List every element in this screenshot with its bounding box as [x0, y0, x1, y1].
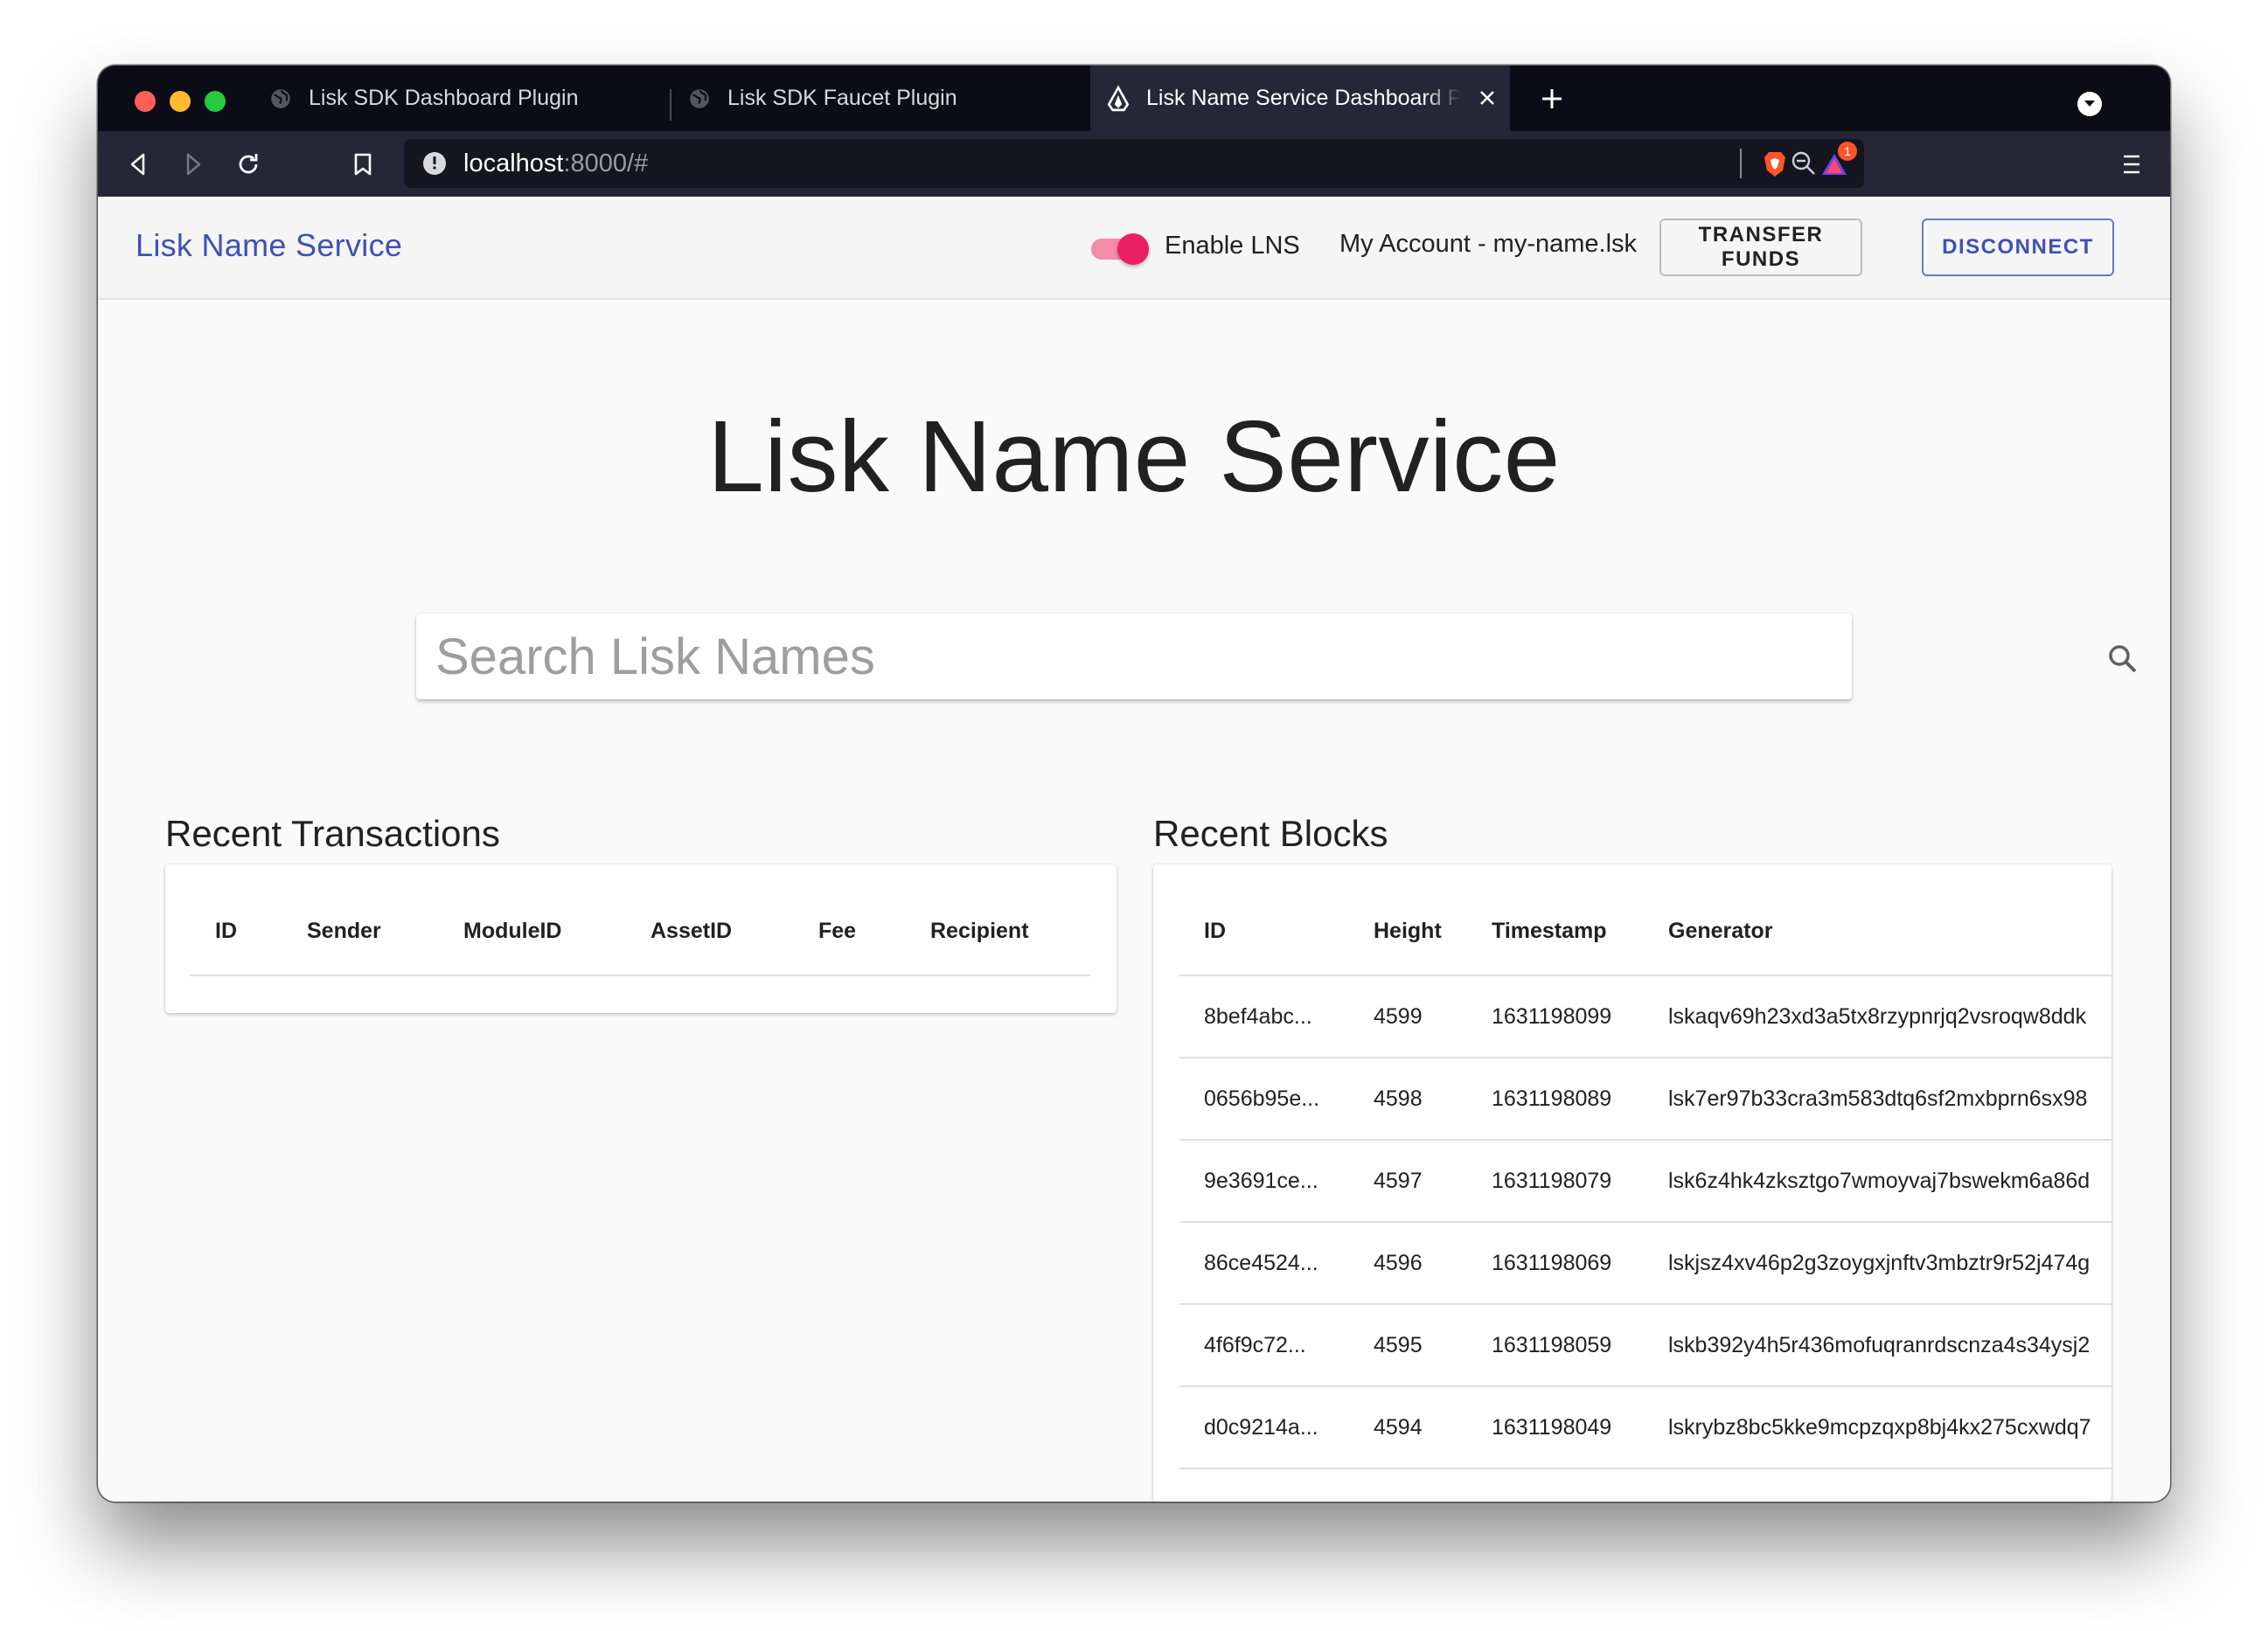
- tab-separator: [670, 89, 671, 121]
- url-text[interactable]: localhost:8000/#: [463, 149, 648, 178]
- block-height: 4599: [1374, 1004, 1423, 1029]
- enable-lns-label: Enable LNS: [1165, 232, 1300, 260]
- tab-title: Lisk SDK Faucet Plugin: [727, 86, 957, 110]
- tab-list-chevron-icon[interactable]: [2077, 92, 2102, 116]
- block-timestamp: 1631198079: [1492, 1169, 1612, 1193]
- close-tab-icon[interactable]: [1472, 83, 1502, 113]
- menu-icon[interactable]: [2114, 147, 2149, 182]
- zoom-icon[interactable]: [1791, 150, 1817, 181]
- block-timestamp: 1631198099: [1492, 1004, 1612, 1029]
- reload-icon[interactable]: [231, 147, 266, 182]
- block-generator: lskrybz8bc5kke9mcpzqxp8bj4kx275cxwdq7: [1668, 1415, 2091, 1440]
- info-icon[interactable]: [423, 152, 446, 175]
- block-height: 4594: [1374, 1415, 1423, 1440]
- column-header: Height: [1374, 919, 1442, 943]
- search-box: [416, 614, 2137, 699]
- block-generator: lskjsz4xv46p2g3zoygxjnftv3mbztr9r52j474g: [1668, 1251, 2091, 1275]
- table-row[interactable]: 9e3691ce... 4597 1631198079 lsk6z4hk4zks…: [1179, 1141, 2111, 1223]
- tab-lns-dashboard[interactable]: Lisk Name Service Dashboard P: [1090, 66, 1510, 131]
- column-header: AssetID: [650, 919, 733, 943]
- search-input[interactable]: [435, 614, 1764, 699]
- block-timestamp: 1631198089: [1492, 1086, 1612, 1111]
- block-id: 9e3691ce...: [1204, 1169, 1318, 1193]
- table-row[interactable]: 8bef4abc... 4599 1631198099 lskaqv69h23x…: [1179, 976, 2111, 1058]
- column-header: Recipient: [930, 919, 1029, 943]
- close-window-button[interactable]: [135, 91, 156, 112]
- tab-title: Lisk SDK Dashboard Plugin: [309, 86, 579, 110]
- maximize-window-button[interactable]: [205, 91, 226, 112]
- search-icon[interactable]: [2105, 642, 2140, 677]
- block-id: 4f6f9c72...: [1204, 1333, 1306, 1357]
- column-header: ID: [1204, 919, 1226, 943]
- blocks-table-header: ID Height Timestamp Generator: [1179, 864, 2111, 976]
- block-generator: lsk6z4hk4zksztgo7wmoyvaj7bswekm6a86d: [1668, 1169, 2091, 1193]
- transactions-table: ID Sender ModuleID AssetID Fee Recipient: [165, 864, 1117, 1013]
- block-generator: lskaqv69h23xd3a5tx8rzypnrjq2vsroqw8ddk: [1668, 1004, 2087, 1029]
- tab-strip: Lisk SDK Dashboard Plugin Lisk SDK Fauce…: [98, 66, 2170, 131]
- column-header: Sender: [307, 919, 381, 943]
- block-height: 4598: [1374, 1086, 1423, 1111]
- address-bar[interactable]: localhost:8000/#: [404, 139, 1864, 188]
- block-generator: lsk7er97b33cra3m583dtq6sf2mxbprn6sx98: [1668, 1086, 2088, 1111]
- toolbar-divider: [1740, 149, 1742, 178]
- brave-shields-icon[interactable]: [1757, 147, 1792, 182]
- block-id: 0656b95e...: [1204, 1086, 1320, 1111]
- blocks-table: ID Height Timestamp Generator 8bef4abc..…: [1153, 864, 2111, 1502]
- enable-lns-switch[interactable]: [1117, 233, 1149, 265]
- app-brand[interactable]: Lisk Name Service: [136, 227, 402, 264]
- recent-transactions-title: Recent Transactions: [165, 813, 500, 854]
- rewards-badge: 1: [1838, 142, 1857, 161]
- recent-blocks-title: Recent Blocks: [1153, 813, 1388, 854]
- globe-icon: [687, 87, 712, 111]
- account-label: My Account - my-name.lsk: [1339, 230, 1638, 258]
- table-row[interactable]: 86ce4524... 4596 1631198069 lskjsz4xv46p…: [1179, 1223, 2111, 1305]
- block-id: 8bef4abc...: [1204, 1004, 1312, 1029]
- globe-icon: [268, 87, 293, 111]
- bookmark-icon[interactable]: [345, 147, 380, 182]
- table-row[interactable]: 0656b95e... 4598 1631198089 lsk7er97b33c…: [1179, 1058, 2111, 1141]
- block-timestamp: 1631198059: [1492, 1333, 1612, 1357]
- block-height: 4596: [1374, 1251, 1423, 1275]
- back-icon[interactable]: [121, 147, 156, 182]
- column-header: ModuleID: [463, 919, 562, 943]
- browser-window: Lisk SDK Dashboard Plugin Lisk SDK Fauce…: [98, 66, 2170, 1502]
- disconnect-button[interactable]: DISCONNECT: [1922, 219, 2114, 276]
- transactions-table-header: ID Sender ModuleID AssetID Fee Recipient: [190, 864, 1090, 976]
- tab-title: Lisk Name Service Dashboard P: [1146, 86, 1461, 110]
- block-generator: lskb392y4h5r436mofuqranrdscnza4s34ysj2: [1668, 1333, 2091, 1357]
- new-tab-button[interactable]: [1532, 79, 1572, 119]
- column-header: ID: [215, 919, 237, 943]
- page-title: Lisk Name Service: [707, 399, 1561, 513]
- transfer-funds-button[interactable]: TRANSFER FUNDS: [1659, 219, 1862, 276]
- tab-faucet-plugin[interactable]: Lisk SDK Faucet Plugin: [687, 66, 1098, 131]
- browser-toolbar: localhost:8000/# 1: [98, 131, 2170, 197]
- block-height: 4595: [1374, 1333, 1423, 1357]
- column-header: Generator: [1668, 919, 1773, 943]
- block-timestamp: 1631198069: [1492, 1251, 1612, 1275]
- block-timestamp: 1631198049: [1492, 1415, 1612, 1440]
- block-height: 4597: [1374, 1169, 1423, 1193]
- table-row[interactable]: d0c9214a... 4594 1631198049 lskrybz8bc5k…: [1179, 1387, 2111, 1469]
- minimize-window-button[interactable]: [170, 91, 191, 112]
- lisk-logo-icon: [1106, 85, 1131, 111]
- block-id: d0c9214a...: [1204, 1415, 1318, 1440]
- column-header: Fee: [818, 919, 857, 943]
- tab-dashboard-plugin[interactable]: Lisk SDK Dashboard Plugin: [268, 66, 679, 131]
- forward-icon[interactable]: [176, 147, 211, 182]
- app-bar: Lisk Name Service Enable LNS My Account …: [98, 197, 2170, 300]
- table-row[interactable]: 4f6f9c72... 4595 1631198059 lskb392y4h5r…: [1179, 1305, 2111, 1387]
- block-id: 86ce4524...: [1204, 1251, 1318, 1275]
- column-header: Timestamp: [1492, 919, 1607, 943]
